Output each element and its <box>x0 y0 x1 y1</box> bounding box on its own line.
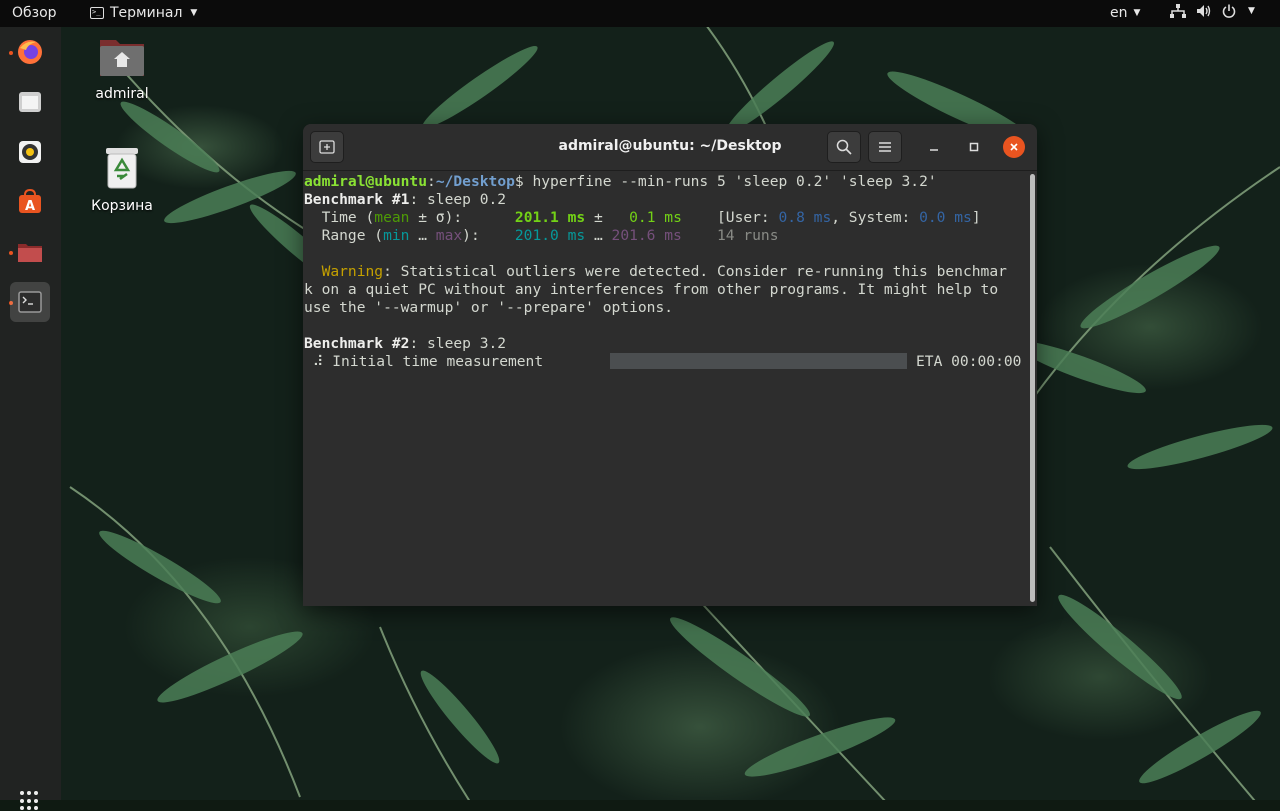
warning-line-2: k on a quiet PC without any interference… <box>304 281 999 298</box>
range-label: Range ( <box>304 227 384 244</box>
command-text: hyperfine --min-runs 5 'sleep 0.2' 'slee… <box>523 173 937 190</box>
terminal-output[interactable]: admiral@ubuntu:~/Desktop$ hyperfine --mi… <box>303 171 1029 606</box>
close-button[interactable] <box>1003 136 1025 158</box>
trash-icon <box>106 148 138 189</box>
search-button[interactable] <box>827 131 861 163</box>
benchmark-label: Benchmark #1 <box>304 191 410 208</box>
dock: A <box>0 27 61 811</box>
runs-count: 14 runs <box>681 227 779 244</box>
warning-text: : Statistical outliers were detected. Co… <box>383 263 1007 280</box>
mean-word: mean <box>374 209 410 226</box>
max-word: max <box>435 227 463 244</box>
spinner-line: ⠼ Initial time measurement <box>304 353 544 370</box>
show-applications-button[interactable] <box>20 791 40 811</box>
warning-word: Warning <box>304 263 384 280</box>
user-value: 0.8 ms <box>778 209 832 226</box>
time-pm: ± <box>585 209 630 226</box>
time-mean-value: 201.1 ms <box>514 209 586 226</box>
chevron-down-icon: ▼ <box>1133 8 1141 18</box>
power-icon <box>1222 4 1236 18</box>
min-word: min <box>383 227 410 244</box>
activities-button[interactable]: Обзор <box>12 5 57 21</box>
time-label: Time ( <box>304 209 375 226</box>
files-icon <box>19 92 41 112</box>
firefox-icon <box>18 40 42 64</box>
new-tab-button[interactable] <box>310 131 344 163</box>
top-bar: Обзор >_ Терминал ▼ en ▼ ▼ <box>0 0 1280 27</box>
minimize-icon <box>930 149 938 151</box>
app-menu[interactable]: >_ Терминал ▼ <box>90 5 197 21</box>
desktop-icon-label: Корзина <box>91 198 153 214</box>
time-line: Time (mean ± σ): 201.1 ms ± 0.1 ms [User… <box>304 209 981 227</box>
system-menu[interactable]: ▼ <box>1170 4 1255 18</box>
user-label: [User: <box>681 209 779 226</box>
system-value: 0.0 ms <box>919 209 972 226</box>
warning-line-1: Warning: Statistical outliers were detec… <box>304 263 1007 281</box>
hamburger-menu-button[interactable] <box>868 131 902 163</box>
terminal-window[interactable]: admiral@ubuntu: ~/Desktop admiral@ubuntu… <box>303 124 1037 606</box>
chevron-down-icon: ▼ <box>1248 6 1255 16</box>
command-line: admiral@ubuntu:~/Desktop$ hyperfine --mi… <box>304 173 937 191</box>
terminal-icon: >_ <box>90 7 104 19</box>
benchmark-label: Benchmark #2 <box>304 335 410 352</box>
terminal-launcher[interactable] <box>10 282 50 322</box>
benchmark-2-header: Benchmark #2: sleep 3.2 <box>304 335 506 353</box>
prompt-separator: : <box>427 173 436 190</box>
rhythmbox-launcher[interactable] <box>10 132 50 172</box>
close-icon <box>1010 143 1018 151</box>
rhythmbox-icon <box>19 141 41 163</box>
maximize-button[interactable] <box>963 136 985 158</box>
folder-launcher[interactable] <box>10 232 50 272</box>
home-folder-icon <box>100 40 144 76</box>
software-launcher[interactable]: A <box>10 182 50 222</box>
desktop-icon-home[interactable]: admiral <box>72 36 172 102</box>
bracket-close: ] <box>971 209 981 226</box>
apps-grid-icon <box>20 791 24 795</box>
network-icon <box>1170 4 1186 18</box>
software-center-icon: A <box>19 189 41 214</box>
range-close: ): <box>462 227 515 244</box>
language-label: en <box>1110 5 1128 21</box>
new-tab-icon <box>319 140 335 154</box>
scrollbar[interactable] <box>1030 174 1035 602</box>
range-max-value: 201.6 ms <box>611 227 682 244</box>
progress-bar <box>610 353 907 369</box>
prompt-dollar: $ <box>514 173 524 190</box>
app-menu-label: Терминал <box>110 5 183 21</box>
terminal-icon <box>18 291 42 313</box>
desktop-icon-label: admiral <box>95 86 149 102</box>
ellipsis: … <box>409 227 436 244</box>
benchmark-1-header: Benchmark #1: sleep 0.2 <box>304 191 506 209</box>
folder-icon <box>18 244 42 262</box>
pm-sigma: ± σ <box>409 209 445 226</box>
search-icon <box>836 139 852 155</box>
time-close: ): <box>444 209 515 226</box>
firefox-launcher[interactable] <box>10 32 50 72</box>
window-titlebar[interactable]: admiral@ubuntu: ~/Desktop <box>303 124 1037 171</box>
maximize-icon <box>969 142 979 152</box>
chevron-down-icon: ▼ <box>190 8 198 18</box>
system-label: , System: <box>831 209 920 226</box>
ellipsis: … <box>585 227 612 244</box>
language-switcher[interactable]: en ▼ <box>1110 5 1140 21</box>
desktop-icon-trash[interactable]: Корзина <box>72 146 172 214</box>
prompt-path: ~/Desktop <box>435 173 515 190</box>
volume-icon <box>1197 5 1211 17</box>
benchmark-command: : sleep 3.2 <box>409 335 507 352</box>
prompt-user: admiral@ubuntu <box>304 173 428 190</box>
range-line: Range (min … max): 201.0 ms … 201.6 ms 1… <box>304 227 779 245</box>
files-launcher[interactable] <box>10 82 50 122</box>
svg-text:A: A <box>25 199 35 214</box>
menu-icon <box>879 142 891 152</box>
benchmark-command: : sleep 0.2 <box>409 191 507 208</box>
range-min-value: 201.0 ms <box>514 227 586 244</box>
time-sigma-value: 0.1 ms <box>629 209 682 226</box>
minimize-button[interactable] <box>923 136 945 158</box>
warning-line-3: use the '--warmup' or '--prepare' option… <box>304 299 674 316</box>
eta-text: ETA 00:00:00 <box>916 353 1022 370</box>
